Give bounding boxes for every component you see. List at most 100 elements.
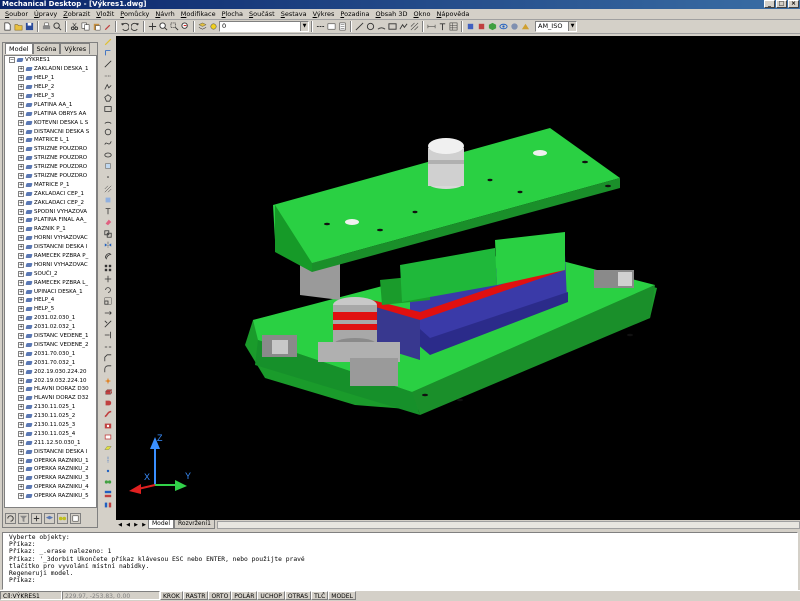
expand-icon[interactable]: + <box>18 430 24 437</box>
expand-icon[interactable]: + <box>18 404 24 411</box>
menu-soubor[interactable]: Soubor <box>2 9 31 20</box>
expand-icon[interactable]: + <box>18 350 24 357</box>
menu-napoveda[interactable]: Nápověda <box>433 9 472 20</box>
tree-item[interactable]: + MATRICE L_1 <box>5 136 96 145</box>
expand-icon[interactable]: + <box>18 475 24 482</box>
expand-icon[interactable]: + <box>18 199 24 206</box>
expand-icon[interactable]: + <box>18 288 24 295</box>
prev-tab-icon[interactable]: ◀ <box>124 521 132 529</box>
line-icon[interactable] <box>354 21 365 32</box>
last-tab-icon[interactable]: ▶ <box>140 521 148 529</box>
tree-item[interactable]: + HELP_3 <box>5 92 96 101</box>
tree-item[interactable]: +202.19.030.224.20 <box>5 367 96 376</box>
revolve-icon[interactable] <box>102 398 113 409</box>
sketch-icon[interactable] <box>102 36 113 47</box>
work-point-icon[interactable] <box>102 465 113 476</box>
tree-item[interactable]: + DISTANCNI DESKA I <box>5 447 96 456</box>
menu-plocha[interactable]: Plocha <box>219 9 246 20</box>
new-file-icon[interactable] <box>2 21 13 32</box>
command-prompt[interactable]: Příkaz: <box>9 577 797 584</box>
expand-icon[interactable]: + <box>18 484 24 491</box>
polyline-tool-icon[interactable] <box>102 81 113 92</box>
expand-icon[interactable]: + <box>18 341 24 348</box>
hatch-tool-icon[interactable] <box>102 183 113 194</box>
tree-item[interactable]: + HELP_4 <box>5 296 96 305</box>
hole-icon[interactable] <box>102 420 113 431</box>
array-icon[interactable] <box>102 262 113 273</box>
tree-item[interactable]: + OPERKA RAZNIKU_4 <box>5 483 96 492</box>
tree-item[interactable]: + HLAVNI DORAZ D30 <box>5 385 96 394</box>
expand-icon[interactable]: + <box>18 333 24 340</box>
tree-item[interactable]: +202.19.032.224.10 <box>5 376 96 385</box>
tree-item[interactable]: + RAMECEK PZBRA L_ <box>5 278 96 287</box>
polygon-icon[interactable] <box>102 92 113 103</box>
zoom-previous-icon[interactable] <box>180 21 191 32</box>
menu-pozadina[interactable]: Pozadina <box>337 9 372 20</box>
expand-icon[interactable]: + <box>18 164 24 171</box>
expand-icon[interactable]: + <box>18 190 24 197</box>
print-icon[interactable] <box>41 21 52 32</box>
expand-icon[interactable]: + <box>18 457 24 464</box>
expand-icon[interactable]: + <box>18 235 24 242</box>
tree-item[interactable]: + SOUČI_2 <box>5 269 96 278</box>
toggle-polar[interactable]: POLÁR <box>231 591 258 600</box>
expand-icon[interactable]: + <box>18 306 24 313</box>
expand-icon[interactable]: + <box>18 261 24 268</box>
orbit-icon[interactable] <box>498 21 509 32</box>
mate-icon[interactable] <box>102 488 113 499</box>
expand-icon[interactable]: + <box>18 155 24 162</box>
scale-icon[interactable] <box>102 296 113 307</box>
copy-tool-icon[interactable] <box>102 228 113 239</box>
work-axis-icon[interactable] <box>102 454 113 465</box>
dimension-icon[interactable] <box>426 21 437 32</box>
view-top-icon[interactable] <box>465 21 476 32</box>
menu-vlozit[interactable]: Vložit <box>93 9 117 20</box>
menu-obsah-3d[interactable]: Obsah 3D <box>373 9 411 20</box>
zoom-realtime-icon[interactable] <box>158 21 169 32</box>
expand-icon[interactable]: + <box>18 75 24 82</box>
view-iso-icon[interactable] <box>487 21 498 32</box>
tree-item[interactable]: +2031.02.032_1 <box>5 323 96 332</box>
tree-item[interactable]: + OPERKA RAZNIKU_2 <box>5 465 96 474</box>
toggle-model[interactable]: MODEL <box>328 591 356 600</box>
tree-item[interactable]: + MATRICE P_1 <box>5 180 96 189</box>
mtext-icon[interactable] <box>102 205 113 216</box>
redo-icon[interactable] <box>130 21 141 32</box>
flush-icon[interactable] <box>102 499 113 510</box>
tree-item[interactable]: + KOTEVNI DESKA L S <box>5 118 96 127</box>
command-window[interactable]: Vyberte objekty: Příkaz: Příkaz: _.erase… <box>2 532 798 590</box>
polyline-icon[interactable] <box>398 21 409 32</box>
tree-item[interactable]: + ZAKLADACI CEP_2 <box>5 198 96 207</box>
tab-model-layout[interactable]: Model <box>148 520 175 529</box>
tree-item[interactable]: + ZAKLADACI CEP_1 <box>5 189 96 198</box>
profile-icon[interactable] <box>102 47 113 58</box>
collapse-icon[interactable]: − <box>9 57 15 64</box>
tree-item[interactable]: + OPERKA RAZNIKU_3 <box>5 474 96 483</box>
mirror-icon[interactable] <box>102 239 113 250</box>
shade-icon[interactable] <box>509 21 520 32</box>
rectangle-tool-icon[interactable] <box>102 104 113 115</box>
menu-navrh[interactable]: Návrh <box>152 9 177 20</box>
break-icon[interactable] <box>102 341 113 352</box>
layer-combo[interactable]: 0 ▼ <box>219 21 309 32</box>
expand-icon[interactable]: + <box>18 395 24 402</box>
expand-icon[interactable]: + <box>18 101 24 108</box>
spline-icon[interactable] <box>102 138 113 149</box>
tree-item[interactable]: +2130.11.025_4 <box>5 429 96 438</box>
layers-icon[interactable] <box>197 21 208 32</box>
browser-settings-icon[interactable] <box>70 512 81 524</box>
expand-icon[interactable]: + <box>18 253 24 260</box>
tree-item[interactable]: + STRIZNE POUZDRO <box>5 172 96 181</box>
view-combo[interactable]: AM_ISO ▼ <box>535 21 577 32</box>
circle-icon[interactable] <box>365 21 376 32</box>
expand-icon[interactable]: + <box>18 377 24 384</box>
first-tab-icon[interactable]: ◀ <box>116 521 124 529</box>
save-icon[interactable] <box>24 21 35 32</box>
region-icon[interactable] <box>102 194 113 205</box>
menu-okno[interactable]: Okno <box>410 9 433 20</box>
tree-item[interactable]: + RAMECEK PZBRA P_ <box>5 252 96 261</box>
chevron-down-icon[interactable]: ▼ <box>300 22 308 31</box>
browser-expand-icon[interactable] <box>31 512 42 524</box>
open-file-icon[interactable] <box>13 21 24 32</box>
view-front-icon[interactable] <box>476 21 487 32</box>
